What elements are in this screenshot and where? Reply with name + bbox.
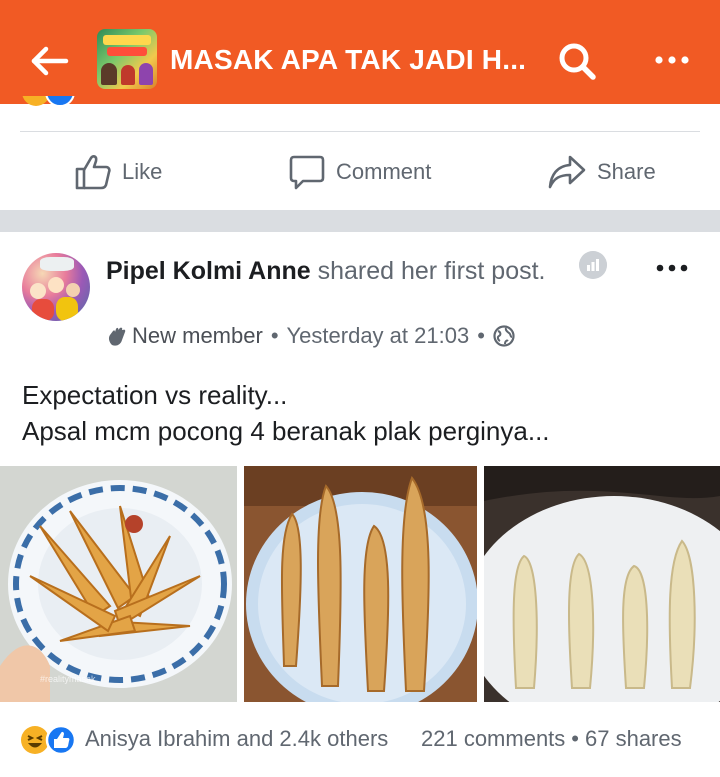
photo-watermark: #realitymasak <box>40 674 96 684</box>
reactors-text[interactable]: Anisya Ibrahim and 2.4k others <box>85 726 388 752</box>
post-text-line: Expectation vs reality... <box>22 380 288 410</box>
haha-icon <box>21 726 49 754</box>
share-label: Share <box>597 159 656 184</box>
feed-separator <box>0 210 720 232</box>
post-photo-reality-raw[interactable] <box>484 466 720 702</box>
post-text-line: Apsal mcm pocong 4 beranak plak perginya… <box>22 416 550 446</box>
comments-count[interactable]: 221 comments <box>421 726 565 751</box>
group-thumbnail[interactable] <box>97 29 157 89</box>
top-bar: MASAK APA TAK JADI H... <box>0 0 720 104</box>
post-author-line: Pipel Kolmi Anne shared her first post. <box>106 255 566 288</box>
photo-expectation-image: #realitymasak <box>0 466 237 702</box>
group-title[interactable]: MASAK APA TAK JADI H... <box>170 44 526 76</box>
post-meta: New member • Yesterday at 21:03 • <box>106 323 515 349</box>
comment-icon <box>289 155 325 190</box>
photo-raw-image <box>484 466 720 702</box>
insights-icon[interactable] <box>579 251 607 279</box>
like-label: Like <box>122 159 163 184</box>
comment-button[interactable]: Comment <box>288 150 431 194</box>
new-member-badge[interactable]: New member <box>132 323 263 349</box>
post-more-options-icon[interactable] <box>654 262 690 274</box>
waving-hand-icon <box>108 327 126 346</box>
post-photo-reality-fried[interactable] <box>244 466 477 702</box>
avatar[interactable] <box>22 253 90 321</box>
post-text: Expectation vs reality... Apsal mcm poco… <box>22 377 550 449</box>
post-time[interactable]: Yesterday at 21:03 <box>287 323 470 349</box>
photo-fried-image <box>244 466 477 702</box>
separator-dot: • <box>477 323 485 348</box>
globe-icon <box>493 325 515 347</box>
back-arrow-icon[interactable] <box>30 44 70 78</box>
reaction-icons[interactable] <box>20 724 80 756</box>
share-icon <box>548 155 586 189</box>
share-button[interactable]: Share <box>547 150 656 194</box>
comment-label: Comment <box>336 159 432 184</box>
engagement-counts: 221 comments • 67 shares <box>421 726 682 752</box>
author-name[interactable]: Pipel Kolmi Anne <box>106 257 311 285</box>
more-options-icon[interactable] <box>652 48 692 72</box>
post-photo-expectation[interactable]: #realitymasak <box>0 466 237 702</box>
reaction-icons-peek <box>22 96 75 107</box>
separator-dot: • <box>270 323 279 348</box>
separator-dot: • <box>571 726 579 751</box>
like-button[interactable]: Like <box>74 150 162 194</box>
divider <box>20 131 700 132</box>
thumbs-up-icon <box>75 155 111 190</box>
shares-count[interactable]: 67 shares <box>585 726 682 751</box>
search-icon[interactable] <box>556 40 598 82</box>
post-action-text: shared her first post. <box>310 257 546 285</box>
